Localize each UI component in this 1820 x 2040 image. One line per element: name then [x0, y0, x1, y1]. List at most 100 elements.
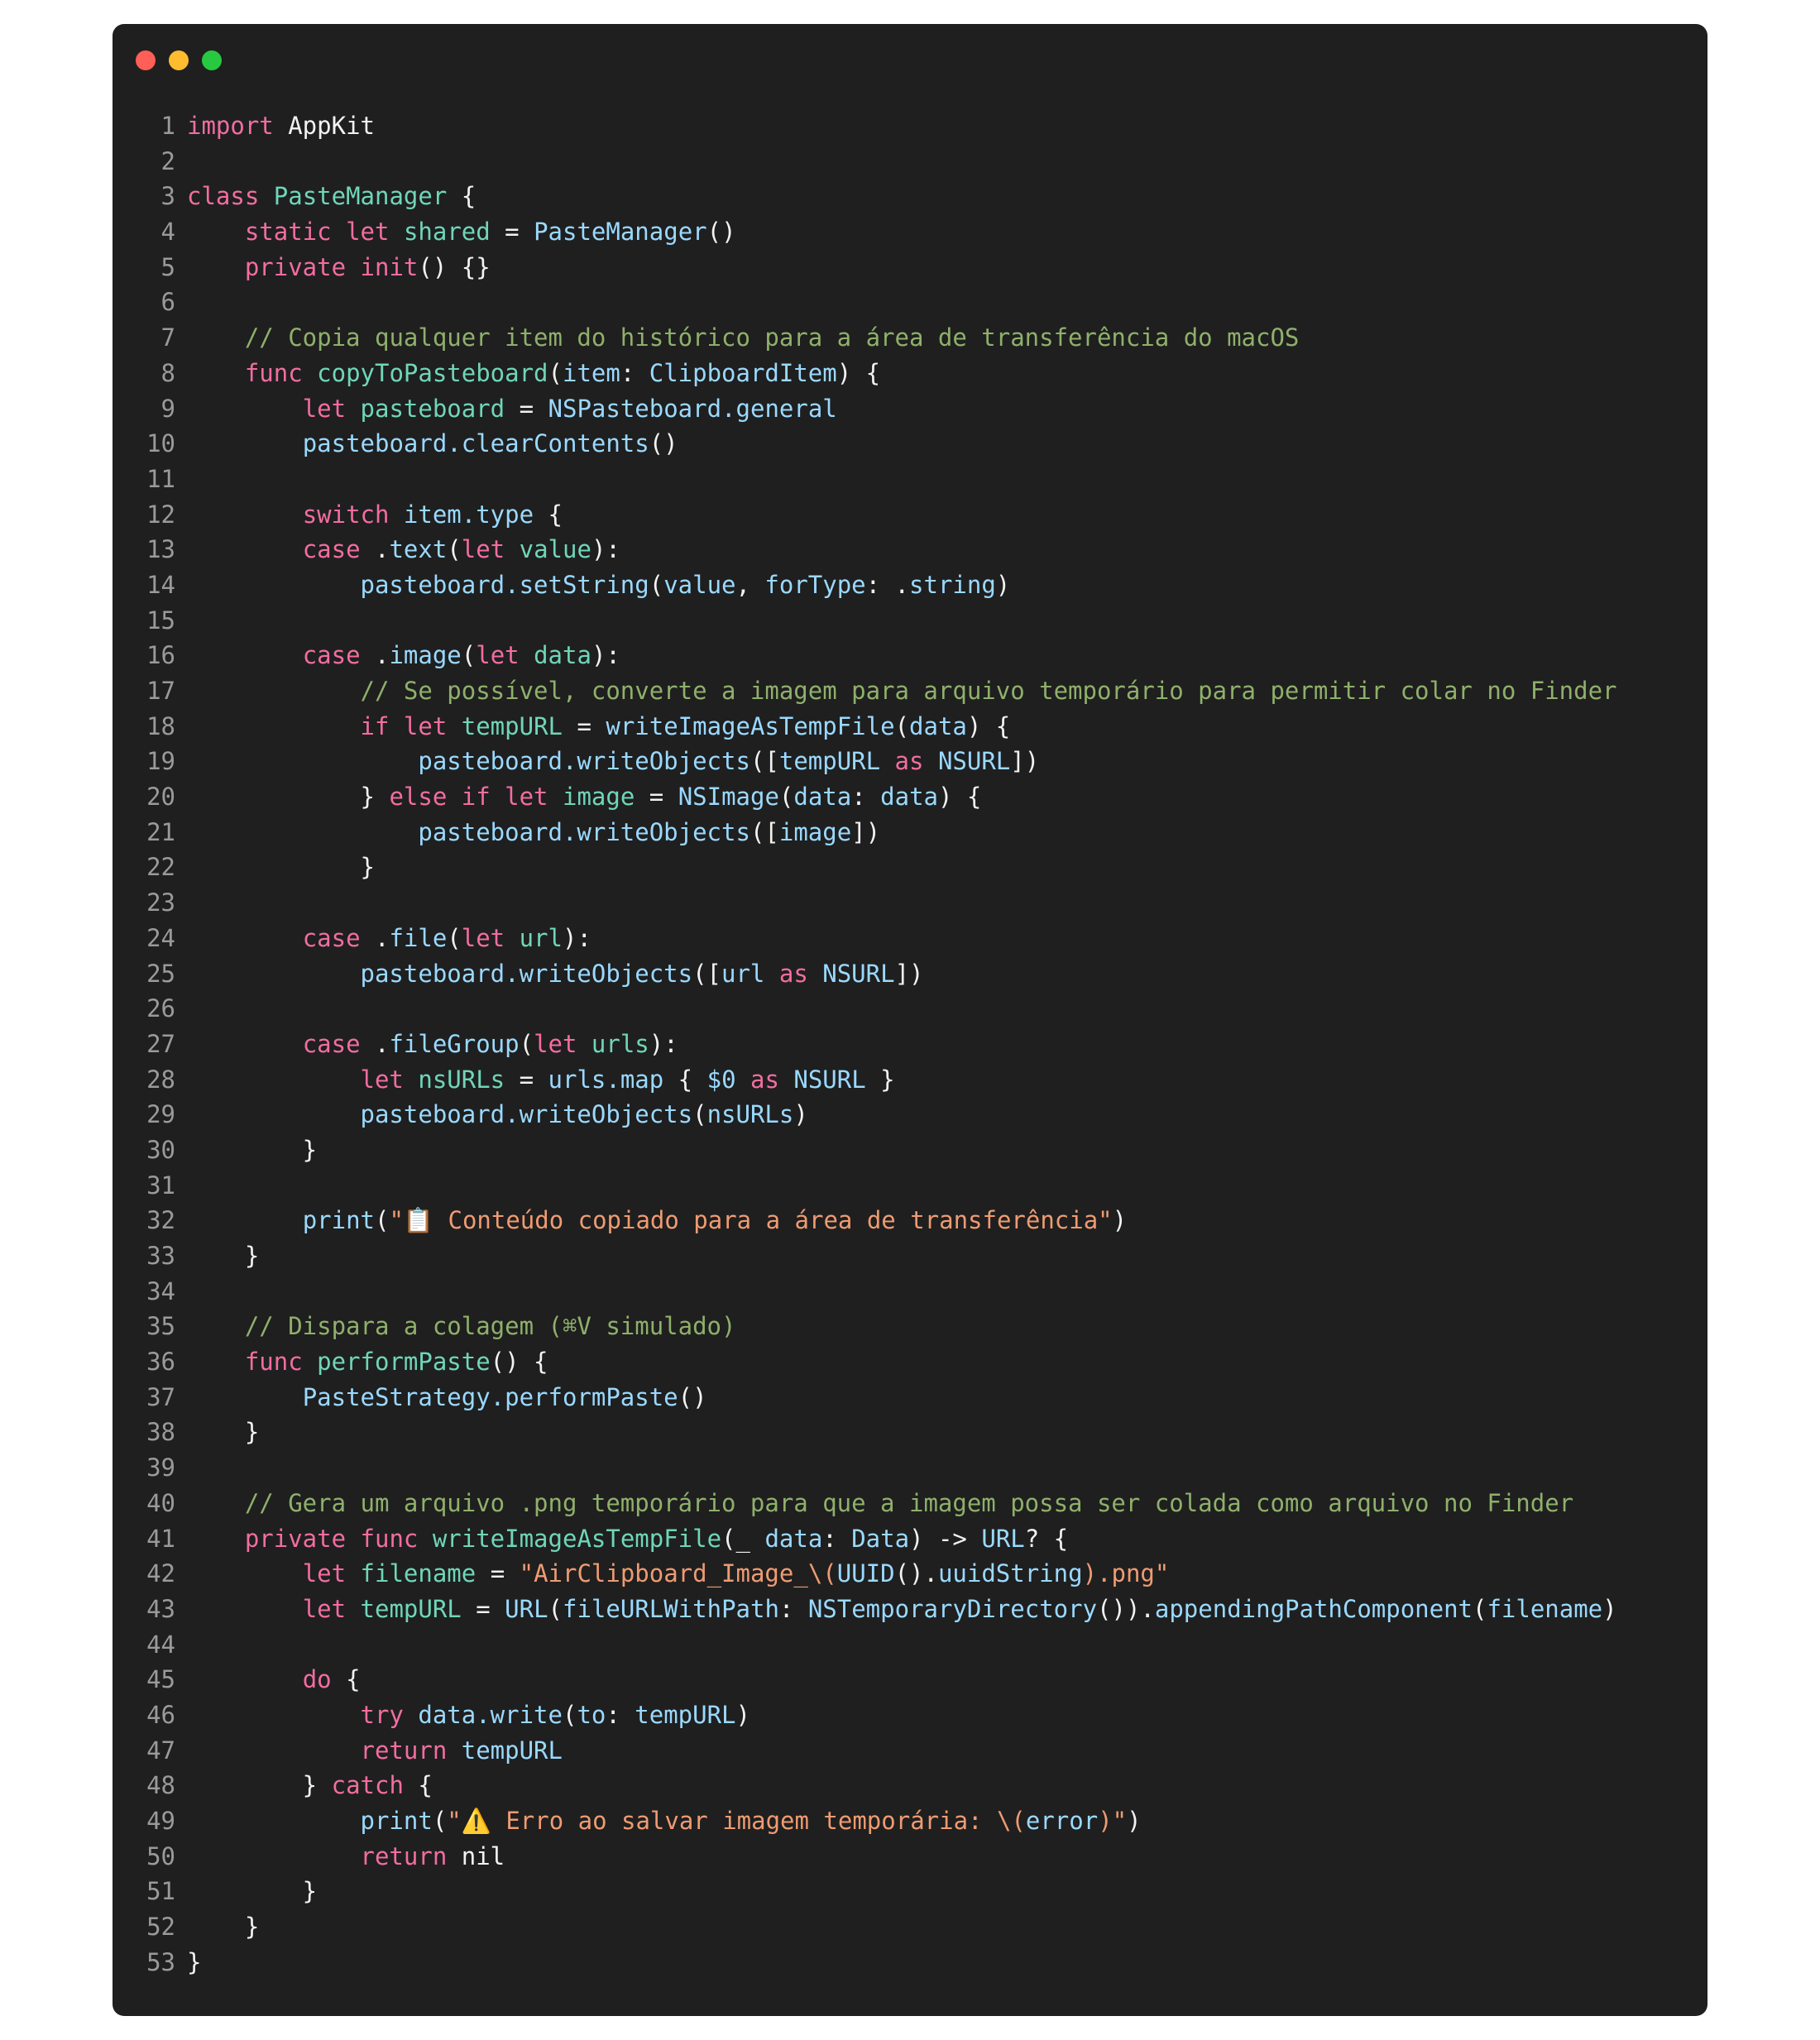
code-token: (: [548, 358, 563, 387]
line-source: import AppKit: [187, 108, 375, 144]
code-line: 16 case .image(let data):: [113, 638, 1707, 673]
line-number: 14: [146, 570, 175, 599]
line-number: 15: [146, 606, 175, 635]
code-token: let: [302, 1594, 347, 1623]
code-token: NSImage: [678, 783, 779, 812]
line-source: let pasteboard = NSPasteboard.general: [187, 391, 837, 427]
code-token: (: [447, 923, 462, 952]
code-token: ):: [591, 641, 620, 670]
code-token: PasteStrategy.performPaste: [302, 1382, 678, 1411]
code-line: 25 pasteboard.writeObjects([url as NSURL…: [113, 956, 1707, 992]
code-token: (: [548, 1594, 563, 1623]
code-token: forType: [764, 570, 866, 599]
line-number: 12: [146, 500, 175, 529]
code-token: copyToPasteboard: [317, 358, 548, 387]
code-token: {: [663, 1065, 707, 1094]
code-token: // Gera um arquivo .png temporário para …: [244, 1488, 1574, 1517]
code-token: data: [880, 783, 938, 812]
code-token: data: [764, 1524, 823, 1553]
code-token: ):: [649, 1029, 678, 1058]
code-token: =: [505, 394, 548, 423]
line-source: pasteboard.writeObjects(nsURLs): [187, 1097, 808, 1133]
code-token: urls: [591, 1029, 649, 1058]
code-line: 38 }: [113, 1415, 1707, 1450]
code-token: )": [1098, 1807, 1128, 1835]
code-token: pasteboard.writeObjects: [360, 1100, 693, 1129]
code-token: :: [822, 1524, 852, 1553]
line-source: private func writeImageAsTempFile(_ data…: [187, 1521, 1068, 1557]
code-token: NSURL: [793, 1065, 866, 1094]
line-source: }: [187, 1415, 259, 1450]
code-line: 37 PasteStrategy.performPaste(): [113, 1380, 1707, 1415]
line-source: }: [187, 850, 375, 885]
code-line: 10 pasteboard.clearContents(): [113, 426, 1707, 462]
line-number: 4: [160, 218, 175, 247]
code-line: 36 func performPaste() {: [113, 1344, 1707, 1380]
code-token: }: [865, 1065, 895, 1094]
code-token: NSURL: [937, 747, 1011, 776]
code-token: ): [1112, 1206, 1128, 1235]
code-token: ? {: [1024, 1524, 1069, 1553]
close-dot-icon[interactable]: [136, 50, 156, 70]
code-token: "📋 Conteúdo copiado para a área de trans…: [389, 1206, 1113, 1235]
code-token: .: [360, 923, 390, 952]
code-token: tempURL: [461, 1736, 563, 1765]
code-token: ]): [1010, 747, 1040, 776]
code-token: tempURL: [778, 747, 881, 776]
line-source: let filename = "AirClipboard_Image_\(UUI…: [187, 1556, 1170, 1592]
line-number: 2: [160, 146, 175, 175]
code-token: {: [447, 182, 477, 211]
code-line: 35 // Dispara a colagem (⌘V simulado): [113, 1309, 1707, 1344]
line-number: 19: [146, 747, 175, 776]
code-line: 9 let pasteboard = NSPasteboard.general: [113, 391, 1707, 427]
code-token: "⚠️ Erro ao salvar imagem temporária: \(: [447, 1807, 1026, 1835]
code-token: image: [563, 783, 635, 812]
code-token: PasteManager: [534, 218, 707, 247]
zoom-dot-icon[interactable]: [202, 50, 222, 70]
line-number: 8: [160, 358, 175, 387]
code-token: writeImageAsTempFile: [606, 711, 895, 740]
code-token: private: [244, 1524, 347, 1553]
code-token: (): [678, 1382, 707, 1411]
code-token: let: [360, 1065, 404, 1094]
code-token: func: [244, 358, 303, 387]
code-token: (: [778, 783, 794, 812]
code-token: :: [851, 783, 881, 812]
line-number: 13: [146, 535, 175, 564]
line-number: 32: [146, 1206, 175, 1235]
code-token: }: [187, 853, 375, 882]
code-line: 26: [113, 991, 1707, 1027]
code-token: ) ->: [909, 1524, 982, 1553]
code-line: 14 pasteboard.setString(value, forType: …: [113, 567, 1707, 603]
code-token: print: [302, 1206, 375, 1235]
line-number: 50: [146, 1841, 175, 1870]
code-token: AppKit: [273, 112, 375, 140]
code-token: ([: [750, 747, 779, 776]
code-token: =: [476, 1559, 520, 1588]
code-token: .: [360, 535, 390, 564]
line-number: 26: [146, 994, 175, 1023]
code-token: NSURL: [822, 959, 895, 988]
code-token: writeImageAsTempFile: [432, 1524, 722, 1553]
code-token: UUID: [836, 1559, 895, 1588]
line-number: 40: [146, 1488, 175, 1517]
code-token: file: [389, 923, 448, 952]
minimize-dot-icon[interactable]: [169, 50, 189, 70]
